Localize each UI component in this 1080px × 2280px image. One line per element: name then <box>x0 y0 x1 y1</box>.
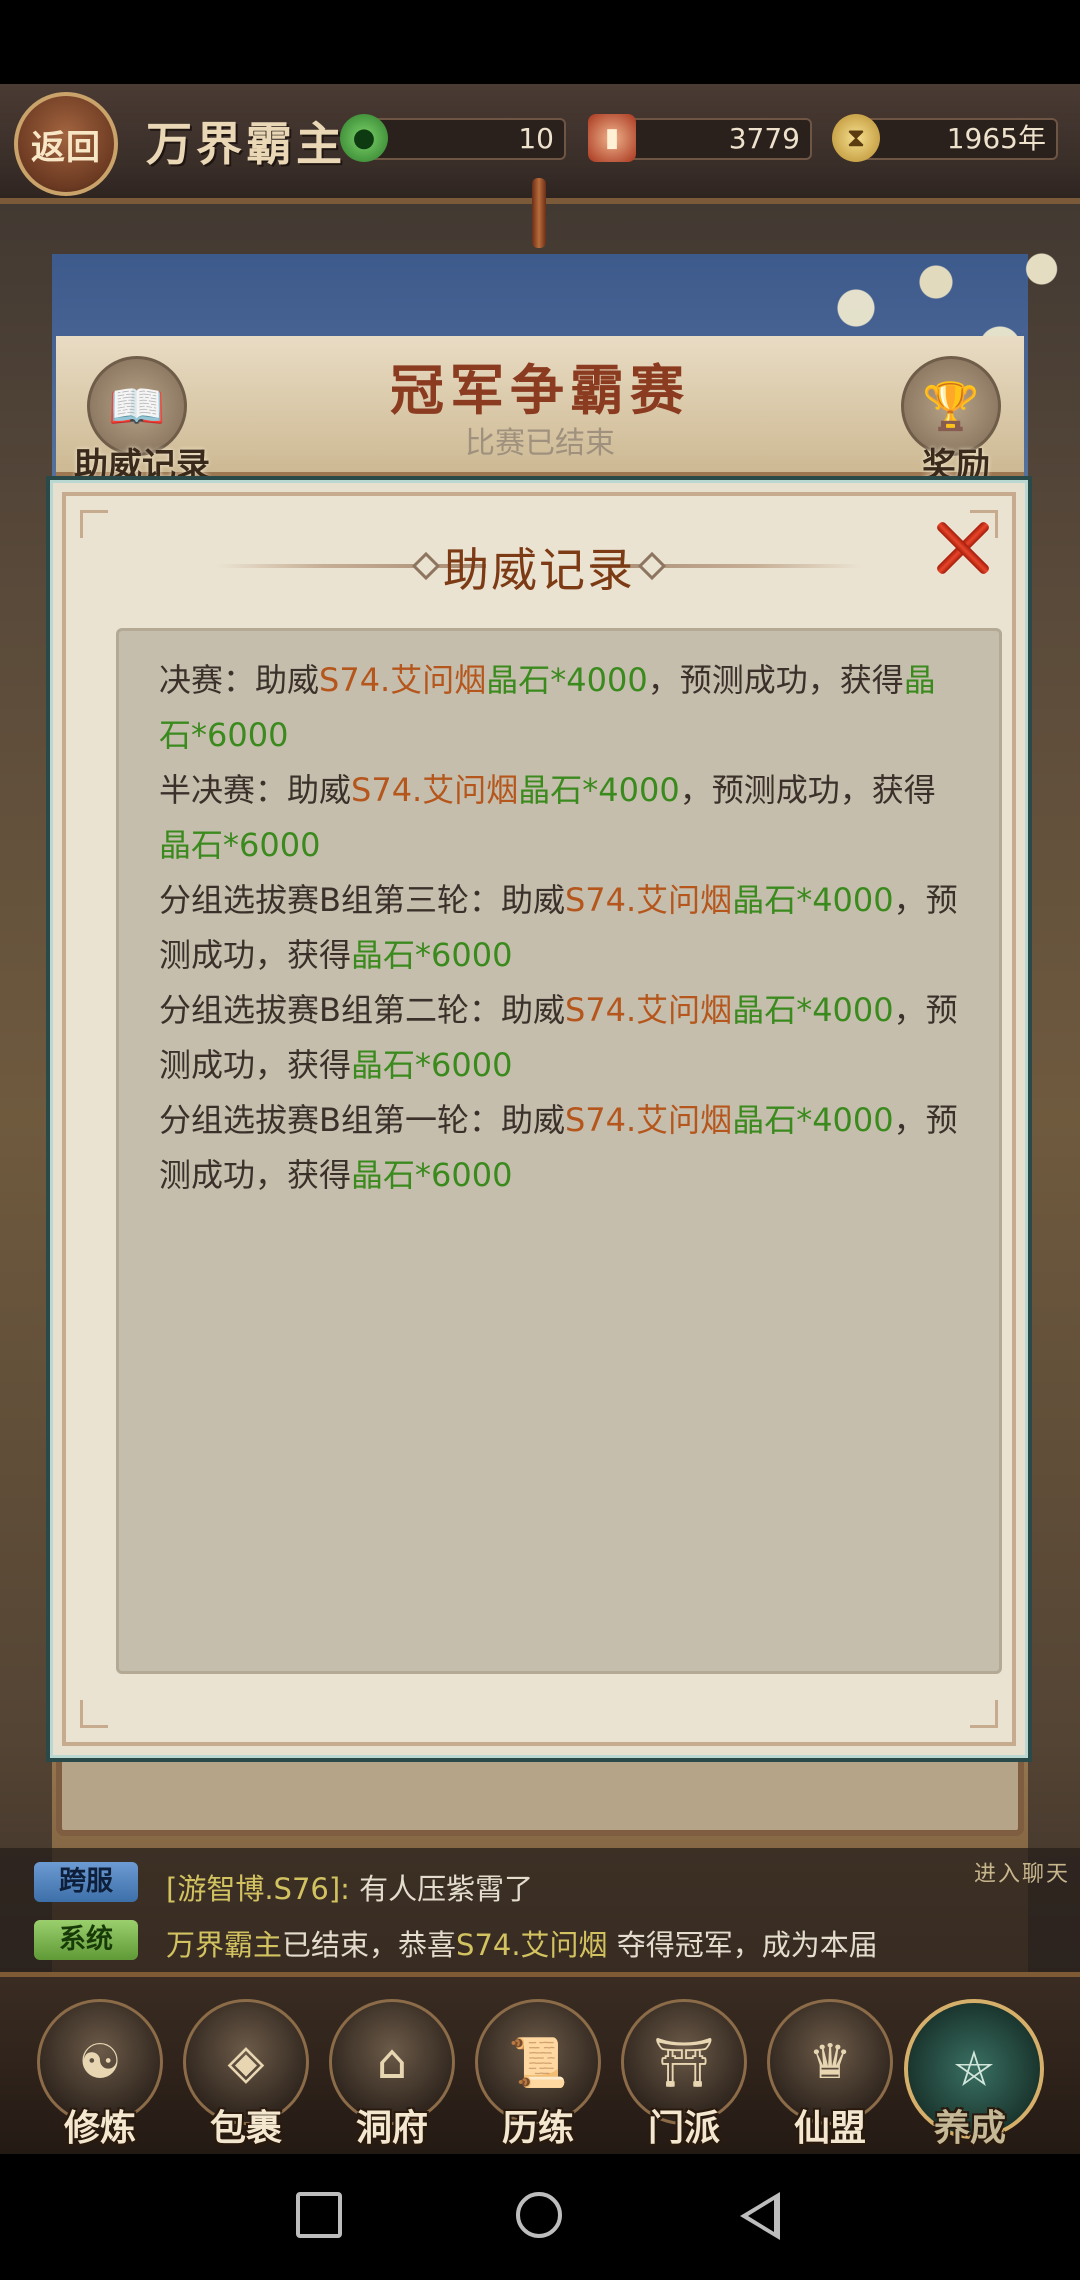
bottom-nav: ☯ 修炼 ◈ 包裹 ⌂ 洞府 📜 历练 ⛩ 门派 ♛ 仙盟 ⛤ 养成 <box>0 1972 1080 2154</box>
modal-title: 助威记录 <box>443 543 635 597</box>
event-name: 万界霸主 <box>166 1928 283 1962</box>
nav-label: 洞府 <box>355 2107 428 2149</box>
status-bar <box>0 0 1080 84</box>
recents-button[interactable] <box>296 2192 342 2238</box>
record-list: 决赛：助威S74.艾问烟晶石*4000，预测成功，获得晶石*6000 半决赛：助… <box>116 628 1002 1674</box>
nav-training[interactable]: 📜 历练 <box>472 1999 604 2149</box>
record-prefix: 分组选拔赛B组第一轮：助威 <box>159 1101 565 1139</box>
nav-label: 修炼 <box>63 2107 136 2149</box>
champion-name: S74.艾问烟 <box>456 1928 608 1962</box>
cross-server-tag: 跨服 <box>34 1862 138 1902</box>
record-prefix: 半决赛：助威 <box>159 771 352 809</box>
nav-nurture[interactable]: ⛤ 养成 <box>904 1999 1044 2149</box>
record-item: 决赛：助威S74.艾问烟晶石*4000，预测成功，获得晶石*6000 <box>159 653 959 763</box>
system-message: 万界霸主已结束，恭喜S74.艾问烟 夺得冠军，成为本届 <box>166 1922 878 1964</box>
back-button[interactable]: 返回 <box>14 92 118 196</box>
back-triangle-button[interactable] <box>740 2192 780 2240</box>
record-player: S74.艾问烟 <box>564 991 733 1029</box>
page-title: 万界霸主 <box>146 117 346 171</box>
record-item: 分组选拔赛B组第三轮：助威S74.艾问烟晶石*4000，预测成功，获得晶石*60… <box>159 873 959 983</box>
record-player: S74.艾问烟 <box>319 661 487 699</box>
record-bet: 晶石*4000 <box>732 881 894 919</box>
system-text: 夺得冠军，成为本届 <box>607 1928 878 1962</box>
nav-label: 养成 <box>933 2107 1006 2149</box>
red-pouch-icon: ▮ <box>588 114 636 162</box>
cheer-record-modal: 助威记录 决赛：助威S74.艾问烟晶石*4000，预测成功，获得晶石*6000 … <box>46 476 1032 1762</box>
nav-label: 包裹 <box>209 2107 282 2149</box>
cheer-record-button[interactable]: 📖 助威记录 <box>72 356 210 486</box>
modal-inner: 助威记录 决赛：助威S74.艾问烟晶石*4000，预测成功，获得晶石*6000 … <box>62 492 1016 1746</box>
system-tag: 系统 <box>34 1920 138 1960</box>
hanging-pole <box>532 178 546 248</box>
corner-ornament <box>80 1700 108 1728</box>
record-prefix: 分组选拔赛B组第二轮：助威 <box>159 991 565 1029</box>
record-item: 分组选拔赛B组第二轮：助威S74.艾问烟晶石*4000，预测成功，获得晶石*60… <box>159 983 959 1093</box>
record-player: S74.艾问烟 <box>564 881 733 919</box>
record-result: ，预测成功，获得 <box>647 661 904 699</box>
record-player: S74.艾问烟 <box>564 1101 733 1139</box>
record-reward: 晶石*6000 <box>351 1046 513 1084</box>
record-bet: 晶石*4000 <box>732 1101 894 1139</box>
record-item: 半决赛：助威S74.艾问烟晶石*4000，预测成功，获得晶石*6000 <box>159 763 959 873</box>
record-prefix: 分组选拔赛B组第三轮：助威 <box>159 881 565 919</box>
chat-strip[interactable]: 进入聊天 跨服 [游智博.S76]: 有人压紫霄了 系统 万界霸主已结束，恭喜S… <box>0 1848 1080 1972</box>
nav-label: 仙盟 <box>793 2107 866 2149</box>
record-bet: 晶石*4000 <box>486 661 648 699</box>
system-navigation-bar <box>0 2154 1080 2280</box>
corner-ornament <box>970 1700 998 1728</box>
nav-label: 历练 <box>501 2107 574 2149</box>
hourglass-icon: ⧗ <box>832 114 880 162</box>
nav-sect[interactable]: ⛩ 门派 <box>618 1999 750 2149</box>
chat-text: 有人压紫霄了 <box>359 1872 534 1906</box>
nav-alliance[interactable]: ♛ 仙盟 <box>764 1999 896 2149</box>
close-icon[interactable] <box>930 516 994 580</box>
nav-mansion[interactable]: ⌂ 洞府 <box>326 1999 458 2149</box>
record-reward: 晶石*6000 <box>351 936 513 974</box>
record-prefix: 决赛：助威 <box>159 661 320 699</box>
record-item: 分组选拔赛B组第一轮：助威S74.艾问烟晶石*4000，预测成功，获得晶石*60… <box>159 1093 959 1203</box>
record-result: ，预测成功，获得 <box>679 771 936 809</box>
jade-coin-icon: ● <box>340 114 388 162</box>
reward-button[interactable]: 🏆 奖励 <box>886 356 1016 486</box>
system-text: 已结束，恭喜 <box>282 1928 457 1962</box>
record-reward: 晶石*6000 <box>159 826 321 864</box>
chat-message: [游智博.S76]: 有人压紫霄了 <box>166 1866 533 1908</box>
nav-cultivate[interactable]: ☯ 修炼 <box>34 1999 166 2149</box>
record-bet: 晶石*4000 <box>518 771 680 809</box>
enter-chat-button[interactable]: 进入聊天 <box>974 1856 1070 1888</box>
home-button[interactable] <box>516 2192 562 2238</box>
chat-sender: [游智博.S76]: <box>166 1872 350 1906</box>
record-player: S74.艾问烟 <box>351 771 519 809</box>
record-bet: 晶石*4000 <box>732 991 894 1029</box>
nav-bag[interactable]: ◈ 包裹 <box>180 1999 312 2149</box>
nav-label: 门派 <box>647 2107 720 2149</box>
record-reward: 晶石*6000 <box>351 1156 513 1194</box>
